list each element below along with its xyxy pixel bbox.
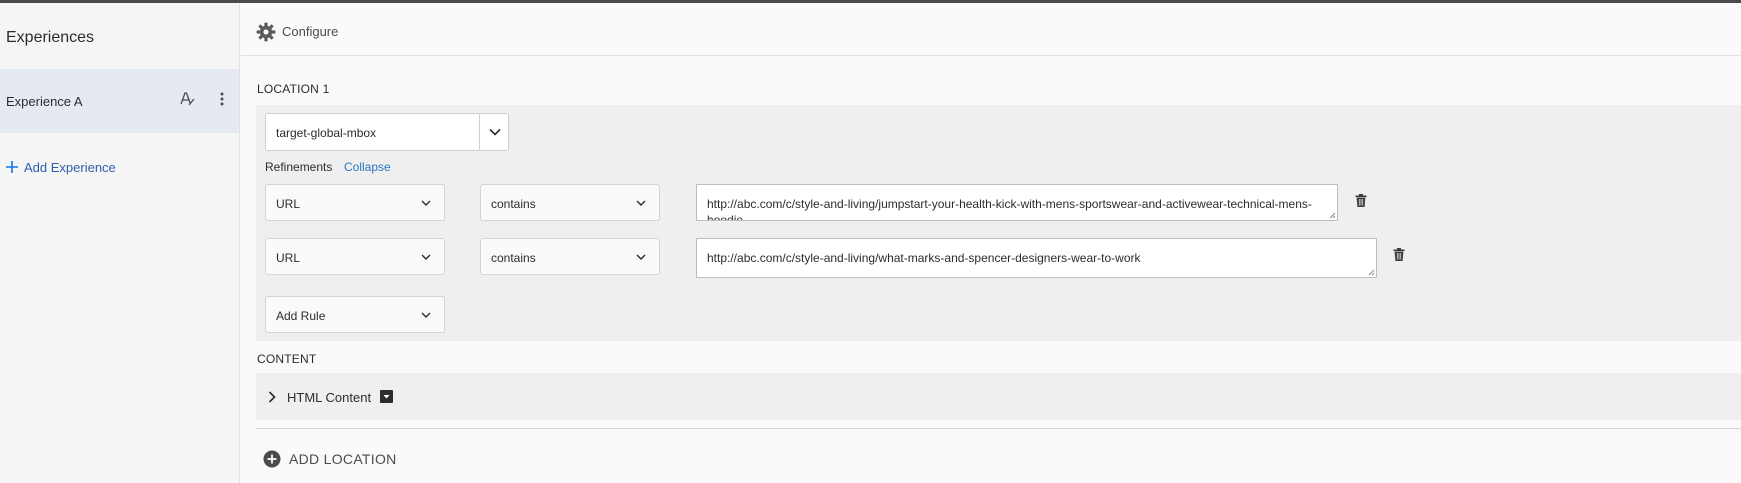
add-circle-icon — [263, 450, 281, 468]
rule-url-value: http://abc.com/c/style-and-living/what-m… — [707, 251, 1141, 265]
sidebar-title: Experiences — [6, 29, 95, 46]
refinements-label: Refinements — [265, 160, 333, 174]
rule-operator-value: contains — [491, 197, 536, 211]
collapse-link[interactable]: Collapse — [344, 160, 391, 174]
chevron-right-icon[interactable] — [267, 390, 277, 404]
experience-item-a[interactable]: Experience A — [0, 69, 239, 133]
chevron-down-icon — [636, 254, 646, 260]
resize-grip-icon[interactable] — [1328, 211, 1336, 219]
rule-operator-value: contains — [491, 251, 536, 265]
content-panel — [256, 373, 1741, 420]
configure-header: Configure — [241, 3, 1741, 56]
experiences-sidebar: Experiences Experience A Add Experience — [0, 3, 240, 483]
resize-grip-icon[interactable] — [1367, 268, 1375, 276]
more-vertical-icon[interactable] — [218, 90, 226, 108]
trash-icon[interactable] — [1393, 248, 1405, 261]
rule-url-input[interactable]: http://abc.com/c/style-and-living/jumpst… — [696, 184, 1338, 221]
rule-field-dropdown[interactable]: URL — [265, 184, 445, 221]
content-title: CONTENT — [257, 352, 317, 366]
section-divider — [256, 428, 1741, 429]
plus-icon — [6, 161, 18, 173]
rule-field-value: URL — [276, 197, 301, 211]
experience-label: Experience A — [6, 94, 83, 109]
rule-url-input[interactable]: http://abc.com/c/style-and-living/what-m… — [696, 238, 1377, 278]
chevron-down-icon — [636, 200, 646, 206]
chevron-down-icon[interactable] — [488, 125, 502, 139]
select-divider — [479, 114, 480, 150]
add-rule-dropdown[interactable]: Add Rule — [265, 296, 445, 333]
trash-icon[interactable] — [1355, 194, 1367, 207]
dropdown-toggle-icon[interactable] — [380, 390, 393, 403]
html-content-label[interactable]: HTML Content — [287, 390, 371, 405]
mbox-select[interactable]: target-global-mbox — [265, 113, 509, 151]
rename-icon[interactable] — [178, 90, 196, 108]
rule-field-value: URL — [276, 251, 301, 265]
mbox-value: target-global-mbox — [276, 126, 377, 140]
add-location-label: ADD LOCATION — [289, 451, 397, 467]
rule-field-dropdown[interactable]: URL — [265, 238, 445, 275]
chevron-down-icon — [421, 254, 431, 260]
chevron-down-icon — [421, 200, 431, 206]
add-location-button[interactable]: ADD LOCATION — [263, 449, 397, 469]
configure-label[interactable]: Configure — [282, 24, 338, 39]
add-rule-label: Add Rule — [276, 309, 326, 323]
main-panel: Configure LOCATION 1 target-global-mbox … — [241, 3, 1741, 483]
rule-url-value: http://abc.com/c/style-and-living/jumpst… — [707, 197, 1312, 221]
add-experience-label: Add Experience — [24, 159, 116, 175]
add-experience-button[interactable]: Add Experience — [6, 158, 116, 176]
rule-operator-dropdown[interactable]: contains — [480, 238, 660, 275]
rule-operator-dropdown[interactable]: contains — [480, 184, 660, 221]
chevron-down-icon — [421, 312, 431, 318]
location-title: LOCATION 1 — [257, 82, 330, 96]
gear-icon[interactable] — [256, 22, 276, 42]
